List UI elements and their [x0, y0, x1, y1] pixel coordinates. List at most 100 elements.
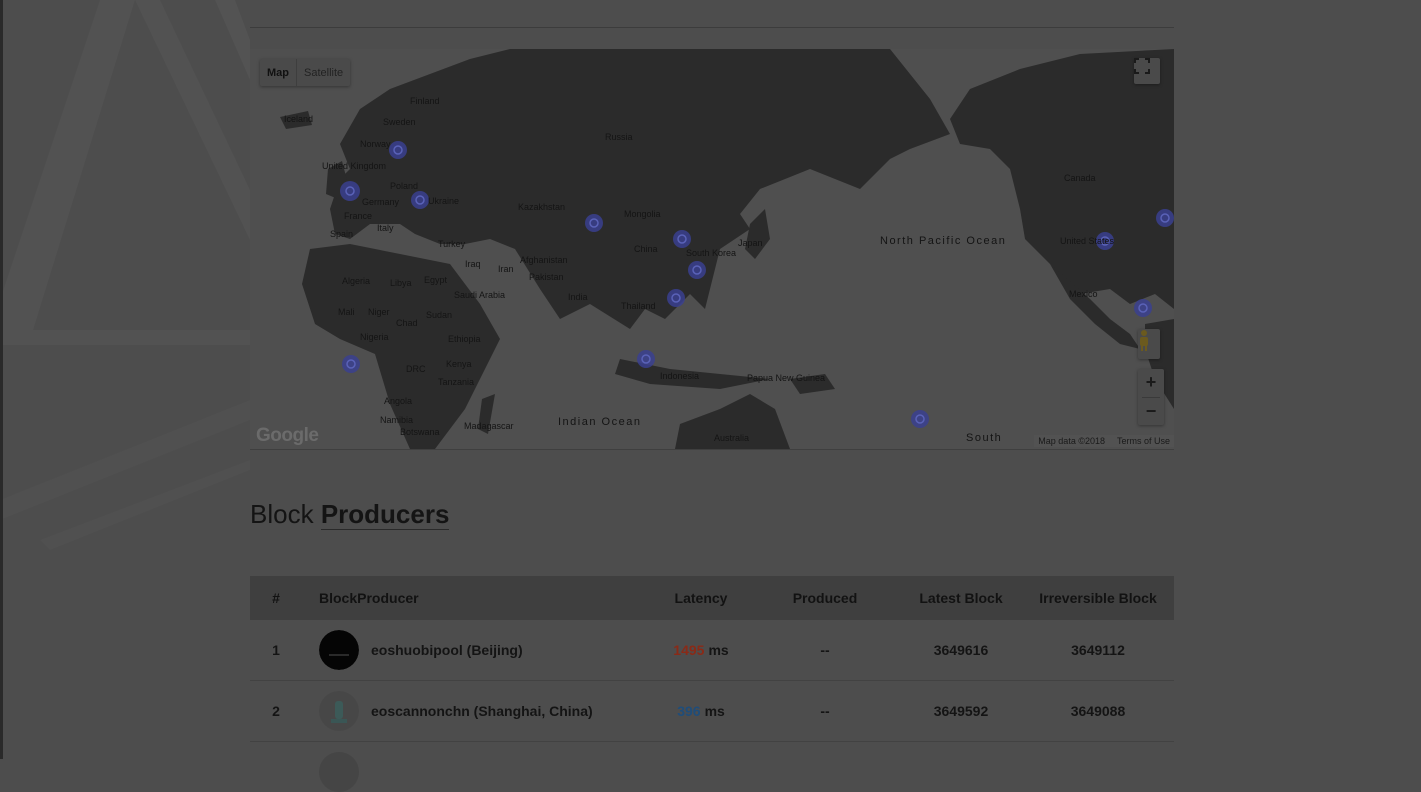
map-label: France	[344, 211, 372, 221]
row-produced: --	[820, 642, 830, 658]
map-label: Norway	[360, 139, 391, 149]
row-irreversible-block: 3649088	[1070, 703, 1126, 719]
map-label: Russia	[605, 132, 633, 142]
map-label: Japan	[738, 238, 763, 248]
map-label: Afghanistan	[520, 255, 568, 265]
section-title-strong: Producers	[320, 499, 450, 530]
map-label: Poland	[390, 181, 418, 191]
map-marker[interactable]	[389, 141, 407, 159]
map-label: Ethiopia	[448, 334, 481, 344]
producer-map[interactable]: Finland Sweden Norway Iceland United Kin…	[250, 49, 1174, 450]
map-label: Kenya	[446, 359, 472, 369]
map-label: Angola	[384, 396, 412, 406]
map-type-control: Map Satellite	[260, 59, 351, 86]
map-label: Iran	[498, 264, 514, 274]
map-label: Botswana	[400, 427, 440, 437]
header-num: #	[272, 590, 280, 606]
avatar	[319, 752, 359, 792]
zoom-control: + −	[1138, 369, 1164, 425]
map-label: Ukraine	[428, 196, 459, 206]
map-data-credit: Map data ©2018	[1038, 436, 1105, 446]
map-label: Thailand	[621, 301, 656, 311]
map-label: Pakistan	[529, 272, 564, 282]
header-produced: Produced	[792, 590, 858, 606]
latency-value: 396	[677, 703, 701, 719]
table-header: # BlockProducer Latency Produced Latest …	[250, 576, 1174, 620]
row-latest-block: 3649592	[933, 703, 989, 719]
map-label: Namibia	[380, 415, 413, 425]
map-label: Papua New Guinea	[747, 373, 825, 383]
map-marker[interactable]	[340, 181, 360, 201]
map-label: Nigeria	[360, 332, 389, 342]
row-latest-block: 3649616	[933, 642, 989, 658]
map-label: Italy	[377, 223, 394, 233]
latency-unit: ms	[704, 703, 725, 719]
map-label: China	[634, 244, 658, 254]
producer-name[interactable]: eoshuobipool (Beijing)	[371, 642, 523, 658]
map-marker[interactable]	[637, 350, 655, 368]
map-label: Iraq	[465, 259, 481, 269]
table-row[interactable]: 1 eoshuobipool (Beijing) 1495 ms -- 36496…	[250, 620, 1174, 681]
map-label: Sweden	[383, 117, 416, 127]
map-label: Indonesia	[660, 371, 699, 381]
zoom-in-button[interactable]: +	[1138, 369, 1164, 397]
map-marker[interactable]	[688, 261, 706, 279]
table-row[interactable]: 2 eoscannonchn (Shanghai, China) 396 ms -…	[250, 681, 1174, 742]
map-label: India	[568, 292, 588, 302]
map-type-map-button[interactable]: Map	[260, 59, 296, 86]
map-label: Mexico	[1069, 289, 1098, 299]
avatar	[319, 630, 359, 670]
terms-of-use-link[interactable]: Terms of Use	[1117, 436, 1170, 446]
map-label: United Kingdom	[322, 161, 386, 171]
header-irreversible-block: Irreversible Block	[1039, 590, 1157, 606]
window-border	[0, 0, 3, 759]
map-marker[interactable]	[667, 289, 685, 307]
map-marker[interactable]	[673, 230, 691, 248]
map-label: Madagascar	[464, 421, 514, 431]
landmass-north-america	[950, 49, 1174, 309]
latency-value: 1495	[673, 642, 705, 658]
map-marker[interactable]	[411, 191, 429, 209]
map-label: Tanzania	[438, 377, 474, 387]
divider	[250, 27, 1174, 28]
map-marker[interactable]	[1156, 209, 1174, 227]
producer-name[interactable]: eoscannonchn (Shanghai, China)	[371, 703, 593, 719]
map-label: Niger	[368, 307, 390, 317]
map-label: Turkey	[438, 239, 466, 249]
map-marker[interactable]	[911, 410, 929, 428]
map-marker[interactable]	[585, 214, 603, 232]
table-row-partial	[250, 742, 1174, 792]
fullscreen-icon	[1134, 58, 1150, 74]
map-label: United States	[1060, 236, 1115, 246]
map-label: Egypt	[424, 275, 448, 285]
pegman-icon	[1140, 330, 1148, 351]
map-label: Spain	[330, 229, 353, 239]
row-num: 2	[272, 703, 280, 719]
map-label: Finland	[410, 96, 440, 106]
google-logo[interactable]: Google	[256, 425, 319, 447]
producers-table: # BlockProducer Latency Produced Latest …	[250, 576, 1174, 792]
map-marker[interactable]	[1134, 299, 1152, 317]
row-irreversible-block: 3649112	[1071, 642, 1125, 658]
map-label: Libya	[390, 278, 412, 288]
map-label: Sudan	[426, 310, 452, 320]
map-label: Indian Ocean	[558, 416, 641, 428]
map-canvas[interactable]: Finland Sweden Norway Iceland United Kin…	[250, 49, 1174, 449]
landmass-japan	[745, 209, 770, 259]
map-label: DRC	[406, 364, 426, 374]
map-label: Australia	[714, 433, 749, 443]
map-label: Kazakhstan	[518, 202, 565, 212]
row-num: 1	[272, 642, 280, 658]
map-marker[interactable]	[342, 355, 360, 373]
map-label: Canada	[1064, 173, 1096, 183]
avatar	[319, 691, 359, 731]
map-attribution: Map data ©2018 Terms of Use	[1034, 435, 1174, 447]
map-label: Germany	[362, 197, 400, 207]
zoom-out-button[interactable]: −	[1138, 398, 1164, 426]
row-producer: eoscannonchn (Shanghai, China)	[302, 691, 638, 731]
latency-unit: ms	[708, 642, 729, 658]
fullscreen-button[interactable]	[1134, 58, 1160, 84]
street-view-button[interactable]	[1138, 329, 1160, 359]
map-label: Algeria	[342, 276, 370, 286]
map-type-satellite-button[interactable]: Satellite	[296, 59, 350, 86]
